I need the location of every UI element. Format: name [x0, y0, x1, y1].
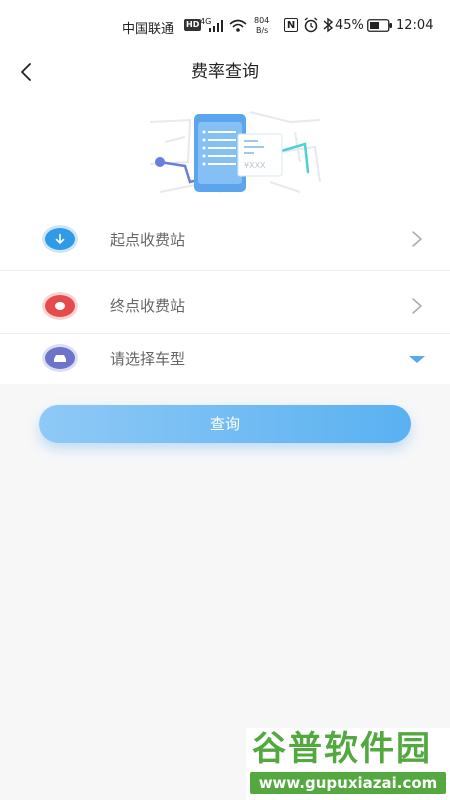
start-station-row[interactable]: 起点收费站 — [0, 206, 450, 270]
rate-illustration: ¥XXX — [149, 111, 321, 193]
caret-down-icon — [409, 356, 425, 363]
nfc-icon: N — [284, 18, 298, 32]
site-watermark: 谷普软件园 www.gupuxiazai.com — [246, 728, 450, 800]
arrow-down-icon — [45, 228, 75, 250]
watermark-url: www.gupuxiazai.com — [250, 772, 446, 794]
bluetooth-icon — [323, 17, 334, 33]
vehicle-type-select: 请选择车型 — [110, 350, 186, 368]
end-station-row[interactable]: 终点收费站 — [0, 271, 450, 333]
vehicle-type-row[interactable]: 请选择车型 — [0, 334, 450, 384]
query-button[interactable]: 查询 — [39, 405, 411, 443]
query-form: 起点收费站 终点收费站 请选择车型 — [0, 206, 450, 384]
clock-time: 12:04 — [396, 18, 434, 33]
end-station-label: 终点收费站 — [110, 297, 186, 315]
car-icon — [45, 347, 75, 369]
wifi-icon — [229, 19, 247, 32]
chevron-right-icon — [412, 231, 422, 247]
price-placeholder: ¥XXX — [244, 161, 266, 170]
route-start-dot — [155, 157, 165, 167]
stop-circle-icon — [45, 295, 75, 317]
signal-icon — [209, 20, 223, 32]
net-speed-value: 804 — [254, 16, 270, 25]
carrier-name: 中国联通 — [122, 22, 175, 37]
page-title: 费率查询 — [191, 62, 259, 82]
chevron-right-icon — [412, 298, 422, 314]
hd-badge: HD — [184, 19, 202, 31]
alarm-icon — [304, 17, 318, 33]
battery-percent: 45% — [335, 18, 364, 33]
start-station-label: 起点收费站 — [110, 231, 186, 249]
hero-section: ¥XXX — [0, 92, 450, 206]
net-speed-unit: B/s — [256, 26, 269, 35]
watermark-title: 谷普软件园 — [252, 729, 432, 769]
navigation-bar: 费率查询 — [0, 52, 450, 92]
battery-icon — [367, 19, 392, 32]
rate-query-screen: 中国联通 HD 4G 804 B/s N 45% 12:04 费率查询 ¥XXX… — [0, 0, 450, 800]
status-bar: 中国联通 HD 4G 804 B/s N 45% 12:04 — [0, 0, 450, 52]
